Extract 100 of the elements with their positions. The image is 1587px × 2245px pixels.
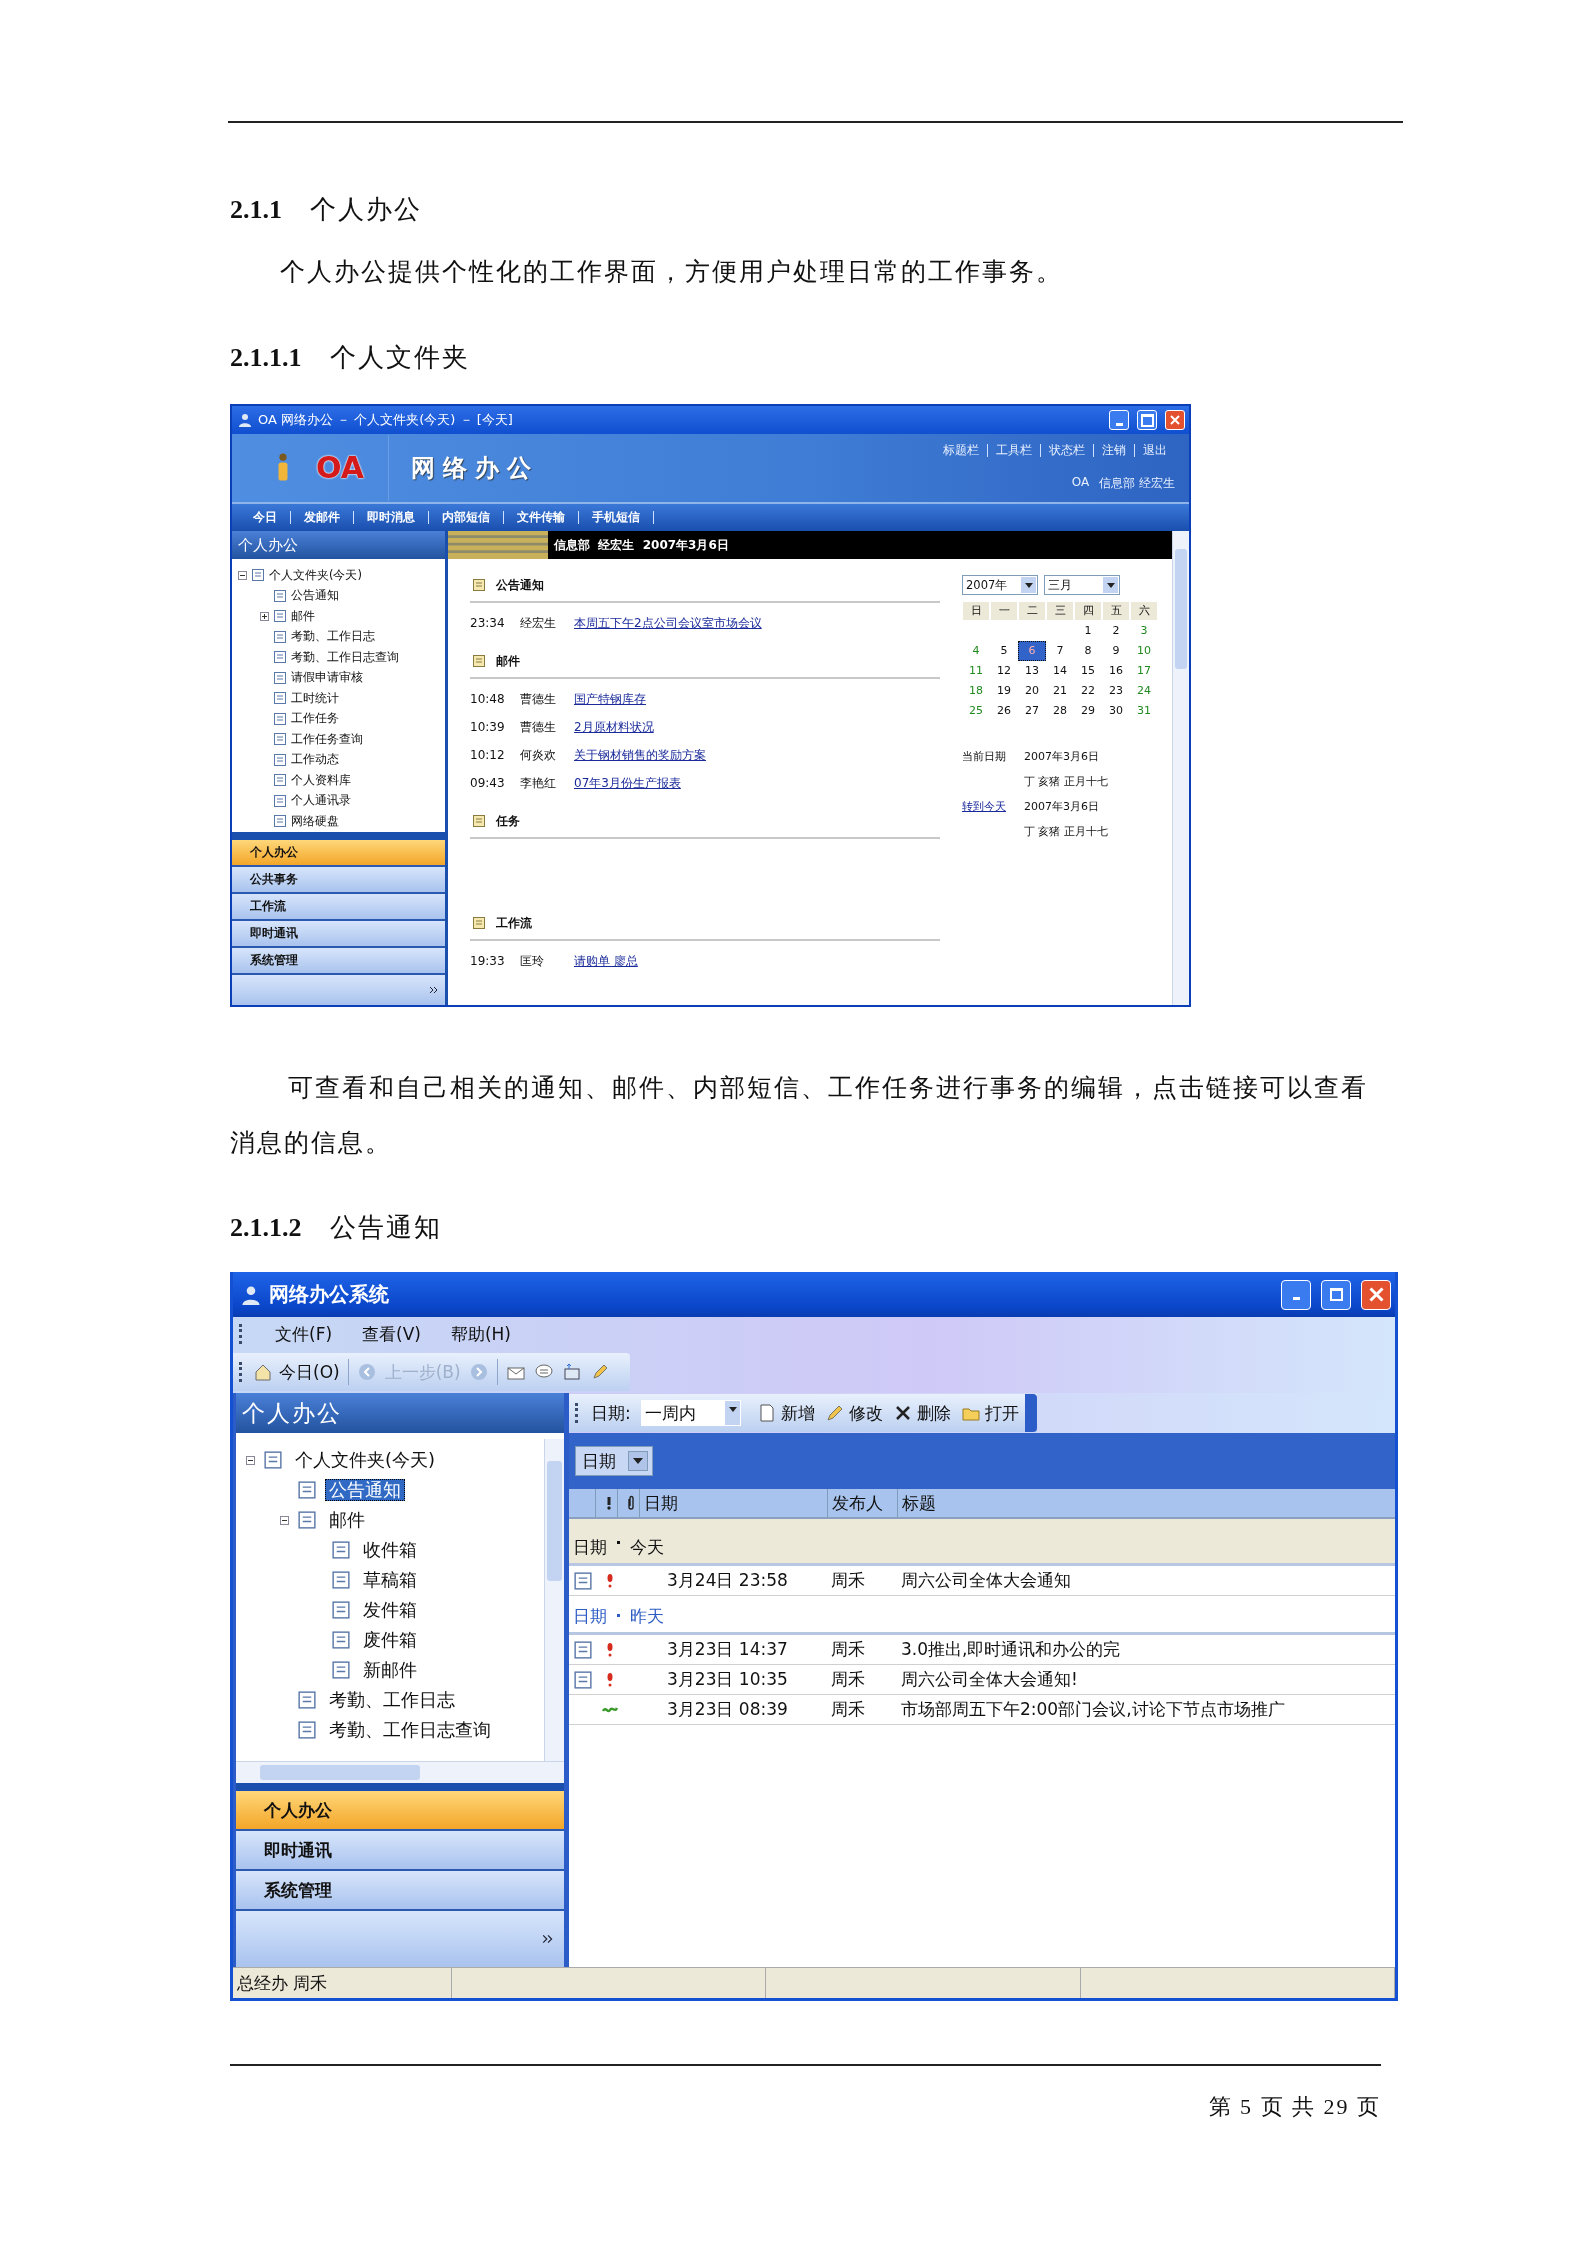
panel-tab[interactable]: 即时通讯 — [236, 1831, 564, 1871]
subject-link[interactable]: 国产特钢库存 — [574, 690, 646, 708]
subject-link[interactable]: 本周五下午2点公司会议室市场会议 — [574, 614, 762, 632]
toolbar-button[interactable]: 今日(O) — [253, 1360, 340, 1384]
header-link[interactable]: 工具栏 — [987, 444, 1040, 457]
nav-link[interactable]: 文件传输 — [504, 511, 579, 524]
calendar-day[interactable]: 13 — [1018, 661, 1046, 681]
month-select[interactable]: 三月 — [1044, 575, 1120, 595]
nav-link[interactable]: 今日 — [240, 511, 291, 524]
tree-item[interactable]: 公告通知 — [291, 588, 339, 604]
tree-item[interactable]: 工作任务查询 — [291, 731, 363, 747]
action-button[interactable]: 删除 — [892, 1401, 951, 1425]
panel-tab[interactable]: 系统管理 — [232, 947, 445, 975]
calendar-day[interactable]: 7 — [1046, 641, 1074, 661]
tree-item[interactable]: 个人资料库 — [291, 772, 351, 788]
action-button[interactable]: 打开 — [960, 1401, 1019, 1425]
minimize-button[interactable] — [1281, 1279, 1311, 1310]
tree-item[interactable]: 邮件 — [291, 608, 315, 624]
column-header[interactable]: 日期 — [639, 1489, 827, 1517]
calendar-day[interactable]: 27 — [1018, 701, 1046, 721]
calendar-day[interactable]: 28 — [1046, 701, 1074, 721]
tree-item[interactable]: 新邮件 — [359, 1659, 421, 1681]
calendar-day[interactable]: 24 — [1130, 681, 1158, 701]
splitter-bar[interactable] — [232, 831, 445, 840]
close-button[interactable] — [1165, 410, 1185, 430]
minimize-button[interactable] — [1109, 410, 1129, 430]
close-button[interactable] — [1361, 1279, 1391, 1310]
tree-item[interactable]: 网络硬盘 — [291, 813, 339, 829]
calendar-day[interactable]: 25 — [962, 701, 990, 721]
calendar-day[interactable]: 16 — [1102, 661, 1130, 681]
group-header[interactable]: 日期 今天 — [569, 1519, 1395, 1566]
nav-link[interactable]: 即时消息 — [354, 511, 429, 524]
tree-item[interactable]: 请假申请审核 — [291, 670, 363, 686]
calendar-day[interactable]: 31 — [1130, 701, 1158, 721]
calendar-day[interactable]: 26 — [990, 701, 1018, 721]
panel-tab[interactable]: 个人办公 — [236, 1791, 564, 1831]
tree-item[interactable]: 工作动态 — [291, 752, 339, 768]
chevron-icon[interactable] — [542, 1933, 554, 1945]
calendar-day[interactable]: 18 — [962, 681, 990, 701]
header-link[interactable]: 标题栏 — [935, 444, 987, 457]
calendar-day[interactable]: 17 — [1130, 661, 1158, 681]
expander-icon[interactable] — [280, 1515, 289, 1525]
tree-item[interactable]: 考勤、工作日志查询 — [291, 649, 399, 665]
column-header[interactable]: 发布人 — [827, 1489, 897, 1517]
calendar-day[interactable]: 8 — [1074, 641, 1102, 661]
panel-tab[interactable]: 公共事务 — [232, 866, 445, 894]
calendar-day[interactable]: 29 — [1074, 701, 1102, 721]
calendar-day[interactable]: 3 — [1130, 621, 1158, 641]
calendar-day[interactable]: 23 — [1102, 681, 1130, 701]
header-link[interactable]: 注销 — [1093, 444, 1134, 457]
tree-item[interactable]: 个人通讯录 — [291, 793, 351, 809]
panel-tab[interactable]: 工作流 — [232, 893, 445, 921]
scrollbar[interactable] — [236, 1761, 564, 1783]
calendar-day[interactable]: 30 — [1102, 701, 1130, 721]
nav-link[interactable]: 手机短信 — [579, 511, 654, 524]
calendar-day[interactable]: 1 — [1074, 621, 1102, 641]
calendar-day[interactable]: 2 — [1102, 621, 1130, 641]
tree-item[interactable]: 废件箱 — [359, 1629, 421, 1651]
column-header[interactable]: 标题 — [897, 1489, 1395, 1517]
tree-item[interactable]: 考勤、工作日志 — [325, 1689, 459, 1711]
transfer-icon[interactable] — [561, 1362, 582, 1382]
nav-link[interactable]: 发邮件 — [291, 511, 354, 524]
subject-link[interactable]: 2月原材料状况 — [574, 718, 654, 736]
panel-tab[interactable]: 即时通讯 — [232, 920, 445, 948]
subject-link[interactable]: 请购单 廖总 — [574, 952, 638, 970]
calendar-day[interactable]: 20 — [1018, 681, 1046, 701]
calendar-day[interactable]: 10 — [1130, 641, 1158, 661]
tree-item[interactable]: 工作任务 — [291, 711, 339, 727]
calendar-day[interactable]: 21 — [1046, 681, 1074, 701]
tree-item[interactable]: 工时统计 — [291, 690, 339, 706]
expander-icon[interactable] — [238, 570, 247, 580]
overflow-icon[interactable] — [1024, 1394, 1037, 1432]
tree-item[interactable]: 公告通知 — [325, 1479, 405, 1501]
action-button[interactable]: 修改 — [824, 1401, 883, 1425]
date-range-select[interactable]: 一周内 — [640, 1400, 741, 1426]
calendar-day[interactable]: 5 — [990, 641, 1018, 661]
tree-item[interactable]: 草稿箱 — [359, 1569, 421, 1591]
calendar-day[interactable]: 15 — [1074, 661, 1102, 681]
tree-item[interactable]: 个人文件夹(今天) — [269, 567, 362, 583]
chevron-icon[interactable] — [429, 984, 439, 995]
calendar-day[interactable]: 9 — [1102, 641, 1130, 661]
calendar-day[interactable]: 14 — [1046, 661, 1074, 681]
calendar-day[interactable]: 19 — [990, 681, 1018, 701]
scrollbar[interactable] — [544, 1439, 564, 1761]
today-link[interactable]: 转到今天 — [962, 799, 1024, 814]
menu-item[interactable]: 文件(F) — [255, 1322, 333, 1346]
panel-tab[interactable]: 个人办公 — [232, 839, 445, 867]
year-select[interactable]: 2007年 — [962, 575, 1038, 595]
calendar-day[interactable]: 22 — [1074, 681, 1102, 701]
group-by-chip[interactable]: 日期 — [575, 1446, 653, 1476]
expander-icon[interactable] — [260, 611, 269, 621]
tree-item[interactable]: 收件箱 — [359, 1539, 421, 1561]
tree-item[interactable]: 发件箱 — [359, 1599, 421, 1621]
calendar-day[interactable]: 4 — [962, 641, 990, 661]
calendar-day[interactable]: 11 — [962, 661, 990, 681]
scrollbar[interactable] — [1172, 531, 1189, 1005]
tree-item[interactable]: 考勤、工作日志 — [291, 629, 375, 645]
subject-link[interactable]: 关于钢材销售的奖励方案 — [574, 746, 706, 764]
calendar-day[interactable]: 12 — [990, 661, 1018, 681]
tree-item[interactable]: 考勤、工作日志查询 — [325, 1719, 495, 1741]
